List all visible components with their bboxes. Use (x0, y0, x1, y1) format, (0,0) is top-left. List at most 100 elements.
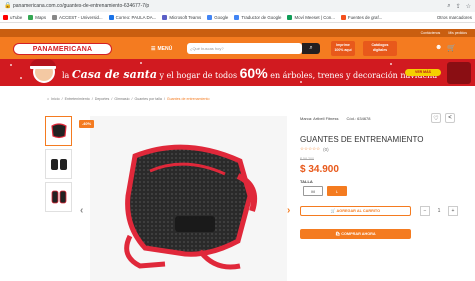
current-price: $ 34.900 (300, 164, 339, 175)
bookmark-label: Fuentes de graf... (347, 14, 383, 20)
thumbnail-3[interactable] (45, 182, 72, 212)
snow-dot (140, 62, 142, 64)
thumbnail-1[interactable] (45, 116, 72, 146)
cart-icon[interactable]: 🛒 (447, 44, 456, 52)
banner-cta-button[interactable]: VER MÁS (405, 69, 441, 76)
size-label: TALLA (300, 179, 313, 184)
header-icons: ☻ 🛒 (435, 44, 456, 52)
chevron-right-icon[interactable]: › (287, 205, 290, 216)
breadcrumb-item[interactable]: Entretenimiento (65, 97, 90, 101)
share-page-icon[interactable]: ⇪ (456, 3, 461, 10)
teams-icon (162, 14, 168, 20)
buy-now-button[interactable]: 🛍 COMPRAR AHORA (300, 229, 411, 239)
url-text[interactable]: panamericana.com.co/guantes-de-entrenami… (13, 3, 447, 9)
rating-stars-icon: ☆☆☆☆☆ (300, 146, 321, 151)
print-promo-button[interactable]: Imprime 100% aquí (331, 41, 355, 56)
qty-minus-button[interactable]: − (420, 205, 430, 216)
banner-text: y el hogar de todos (156, 71, 240, 80)
size-option-m[interactable]: M (303, 186, 323, 196)
search-button[interactable]: ⌕ (302, 43, 320, 54)
breadcrumb-sep: / (131, 97, 133, 101)
search-input[interactable]: ¿Qué buscas hoy? (187, 43, 302, 54)
bookmark-movi[interactable]: Moví Meeset | Con... (287, 14, 335, 20)
thumbnail-2[interactable] (45, 149, 72, 179)
main-product-image[interactable] (90, 116, 287, 281)
add-to-cart-button[interactable]: 🛒 AGREGAR AL CARRITO (300, 206, 411, 216)
bookmark-accest[interactable]: ACCEST - Universid... (52, 14, 103, 20)
breadcrumb-sep: / (61, 97, 63, 101)
other-bookmarks[interactable]: Otros marcadores (437, 15, 472, 20)
bookmark-fuentes[interactable]: Fuentes de graf... (340, 14, 383, 20)
santa-hat-image (30, 59, 56, 69)
glove-pair-thumbnail-icon (50, 159, 67, 170)
bookmark-google[interactable]: Google (207, 14, 229, 20)
gift-image (447, 62, 471, 84)
cart-icon: 🛒 (330, 209, 336, 213)
bookmark-label: Moví Meeset | Con... (294, 14, 335, 20)
fuentes-icon (340, 14, 346, 20)
heart-icon: ♡ (433, 115, 439, 122)
bookmark-star-icon[interactable]: ☆ (466, 3, 471, 10)
product-brand: Marca: Artbell Fitness (300, 116, 339, 121)
bookmark-youtube[interactable]: uTube (3, 14, 23, 20)
user-icon[interactable]: ☻ (435, 44, 442, 52)
qty-plus-button[interactable]: + (448, 205, 458, 216)
discount-badge: -40% (79, 120, 94, 128)
bookmark-teams[interactable]: Microsoft Teams (162, 14, 201, 20)
glove-image (124, 144, 258, 270)
bookmark-label: Correo: PAULA DA... (115, 14, 157, 20)
favorite-button[interactable]: ♡ (431, 113, 441, 123)
breadcrumb-item[interactable]: Inicio (51, 97, 59, 101)
bookmark-label: Google (214, 14, 229, 20)
share-icon: < (448, 115, 452, 121)
promo-line: digitales (372, 47, 388, 52)
search-icon: ⌕ (309, 45, 313, 51)
quantity-stepper: − 1 + (420, 205, 458, 216)
add-to-cart-label: AGREGAR AL CARRITO (336, 209, 381, 213)
product-rating[interactable]: ☆☆☆☆☆ (0) (300, 146, 329, 152)
banner-highlight: Casa de santa (71, 68, 157, 81)
share-button[interactable]: < (445, 113, 455, 123)
bookmark-label: Maps (35, 14, 47, 20)
glove-thumbnail-icon (50, 123, 67, 139)
page: 🔒 panamericana.com.co/guantes-de-entrena… (0, 0, 475, 281)
store-logo[interactable]: PANAMERICANA (13, 43, 112, 55)
banner-percent: 60% (239, 65, 268, 81)
home-icon[interactable]: ⌂ (47, 97, 49, 101)
hamburger-icon: ☰ (151, 45, 156, 52)
christmas-banner[interactable]: la Casa de santa y el hogar de todos 60%… (0, 59, 475, 86)
bookmark-maps[interactable]: Maps (28, 14, 47, 20)
breadcrumb-item[interactable]: Gimnasio (114, 97, 129, 101)
contact-link[interactable]: Contáctenos (421, 31, 441, 35)
top-links-strip: Contáctenos Mis pedidos (0, 29, 475, 37)
bookmark-correo[interactable]: Correo: PAULA DA... (108, 14, 157, 20)
breadcrumb-sep: / (163, 97, 165, 101)
bag-icon: 🛍 (335, 232, 341, 236)
maps-icon (28, 14, 34, 20)
bookmark-label: uTube (10, 14, 23, 20)
snow-dot (10, 64, 12, 66)
product-title: GUANTES DE ENTRENAMIENTO (300, 135, 424, 144)
movi-icon (287, 14, 293, 20)
menu-button[interactable]: ☰ MENÚ (151, 44, 172, 53)
breadcrumb: ⌂ Inicio / Entretenimiento / Deportes / Gim… (47, 97, 209, 101)
zoom-icon[interactable]: ⌕ (447, 3, 450, 10)
buy-now-label: COMPRAR AHORA (341, 232, 376, 236)
breadcrumb-item[interactable]: Guantes por talla (135, 97, 162, 101)
glove-pair-thumbnail-icon (51, 190, 66, 204)
bookmarks-bar: uTube Maps ACCEST - Universid... Correo:… (0, 12, 475, 23)
google-icon (207, 14, 213, 20)
snow-dot (20, 77, 22, 79)
orders-link[interactable]: Mis pedidos (448, 31, 467, 35)
size-option-l[interactable]: L (327, 186, 347, 196)
catalogs-button[interactable]: Catálogos digitales (363, 41, 397, 56)
lock-icon: 🔒 (4, 3, 12, 9)
banner-message: la Casa de santa y el hogar de todos 60%… (62, 65, 437, 81)
bookmark-translate[interactable]: Traductor de Google (234, 14, 281, 20)
browser-tools: ⌕ ⇪ ☆ (447, 3, 471, 10)
chevron-left-icon[interactable]: ‹ (80, 205, 83, 216)
browser-url-bar[interactable]: 🔒 panamericana.com.co/guantes-de-entrena… (0, 0, 475, 12)
breadcrumb-item[interactable]: Deportes (95, 97, 110, 101)
qty-value[interactable]: 1 (438, 208, 441, 214)
thumbnail-list (45, 116, 72, 215)
